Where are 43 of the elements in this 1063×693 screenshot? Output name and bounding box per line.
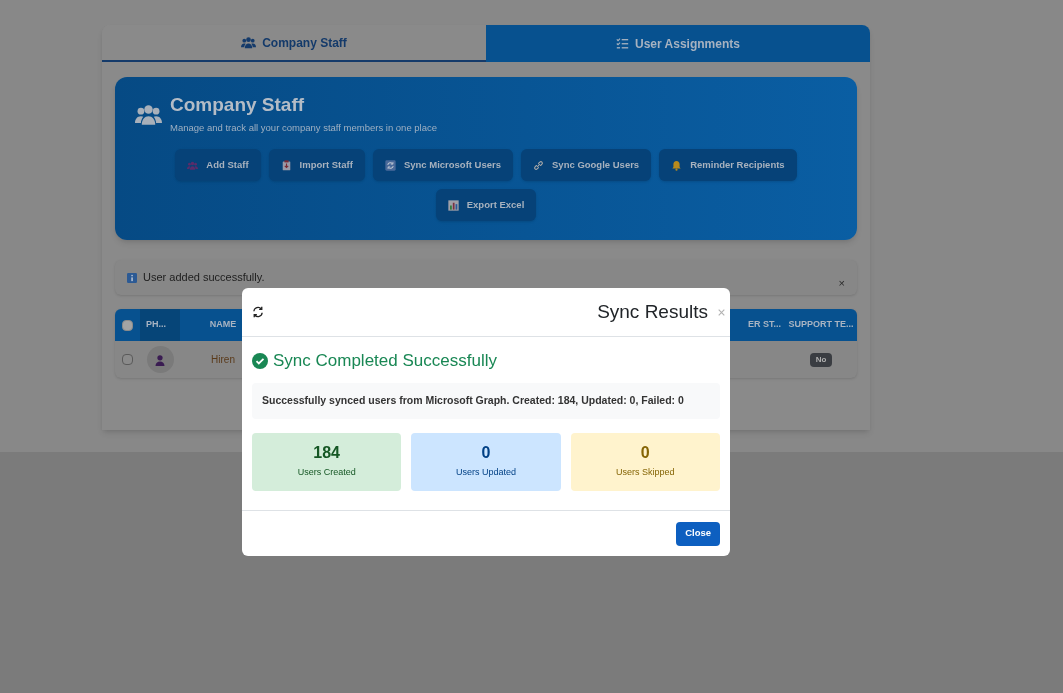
person-icon	[154, 353, 166, 366]
dialog-title: Sync Results	[597, 299, 708, 324]
checkbox[interactable]	[122, 354, 133, 365]
link-icon	[533, 159, 545, 171]
banner-title: Company Staff	[170, 93, 306, 117]
banner-subtitle: Manage and track all your company staff members in one place	[170, 120, 438, 135]
users-icon	[241, 35, 257, 50]
alert-message: User added successfully.	[143, 270, 265, 286]
stat-value: 0	[640, 443, 650, 464]
refresh-icon	[252, 306, 264, 318]
info-icon	[127, 272, 137, 283]
close-button[interactable]: Close	[676, 521, 720, 546]
stat-label: Users Skipped	[616, 466, 675, 480]
close-button[interactable]: ×	[838, 278, 845, 289]
action-button[interactable]: Add Staff	[175, 149, 261, 181]
checklist-icon	[616, 37, 630, 50]
column-header: NAME	[209, 318, 237, 332]
stat-label: Users Updated	[455, 466, 516, 480]
close-icon	[717, 308, 726, 317]
action-button[interactable]: Reminder Recipients	[659, 149, 797, 181]
column-header: PH...	[146, 318, 166, 332]
bar-chart-icon	[447, 199, 459, 211]
status-heading: Sync Completed Successfully	[273, 350, 497, 372]
table-cell-text: Hiren	[211, 353, 235, 367]
status-badge: No	[809, 352, 833, 367]
column-header: SUPPORT TE...	[788, 318, 854, 332]
stat-value: 184	[313, 443, 340, 464]
tab[interactable]: User Assignments	[486, 25, 870, 62]
sync-icon	[384, 159, 396, 171]
action-button[interactable]: Sync Microsoft Users	[372, 149, 514, 181]
stat-value: 0	[481, 443, 491, 464]
action-button[interactable]: Export Excel	[435, 189, 537, 221]
column-header: ER ST...	[748, 318, 781, 332]
action-button[interactable]: Import Staff	[268, 149, 365, 181]
tab[interactable]: Company Staff	[102, 25, 486, 62]
action-button[interactable]: Sync Google Users	[521, 149, 652, 181]
stat-label: Users Created	[297, 466, 356, 480]
clipboard-icon	[280, 159, 292, 171]
bell-icon	[671, 159, 683, 171]
checkbox[interactable]	[122, 319, 133, 331]
people-icon	[187, 159, 199, 171]
check-circle-icon	[252, 352, 268, 369]
result-message: Successfully synced users from Microsoft Graph. Created: 184, Updated: 0, Failed: 0	[252, 382, 720, 419]
